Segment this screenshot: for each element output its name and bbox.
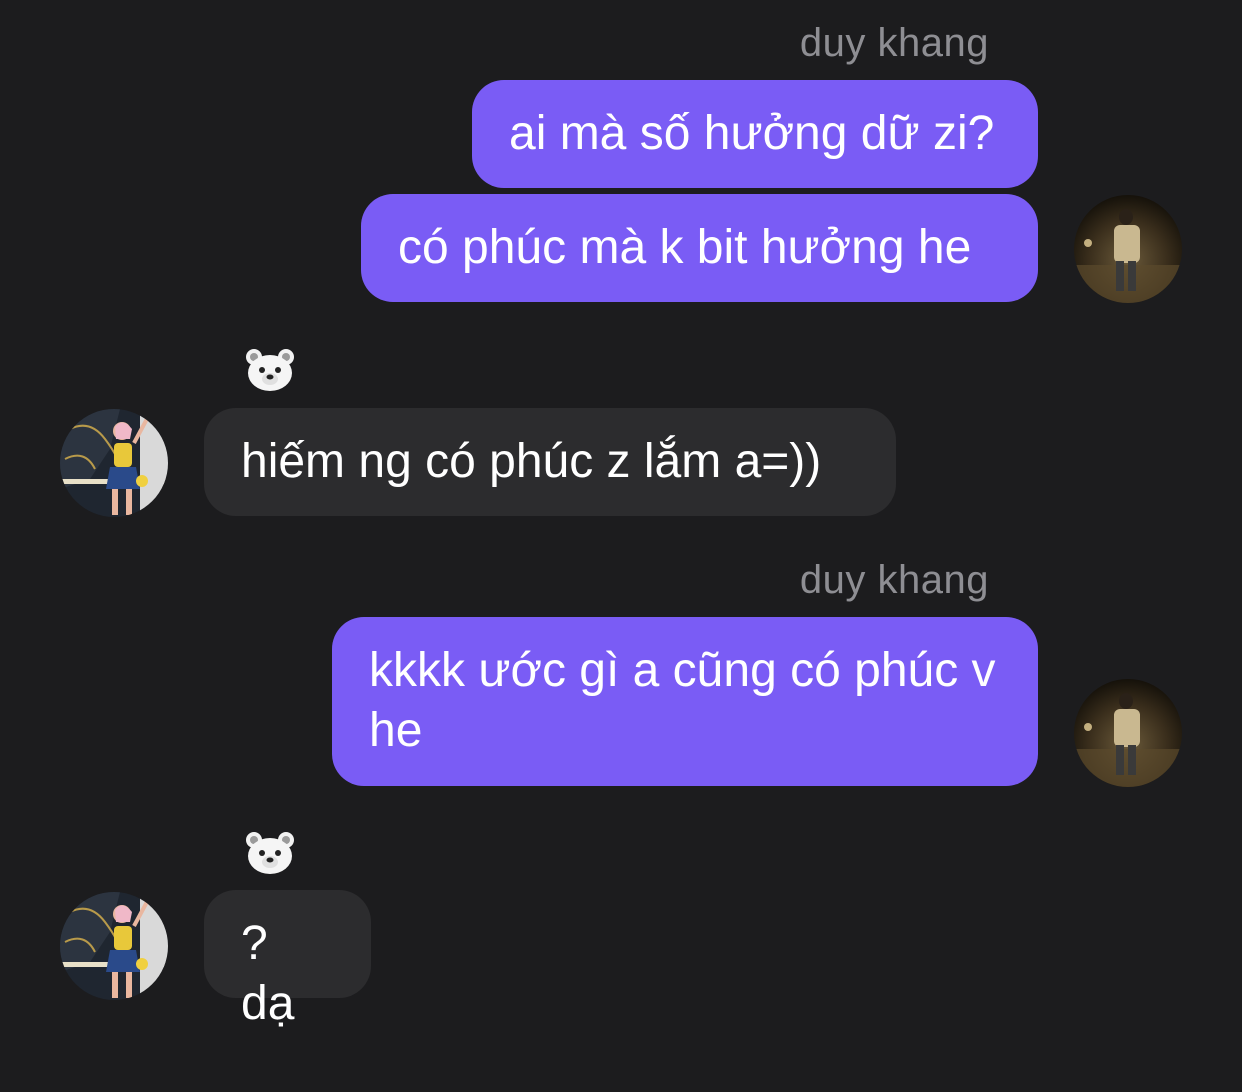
message-bubble-outgoing[interactable]: ai mà số hưởng dữ zi?: [472, 80, 1038, 188]
polar-bear-emoji-icon: [246, 349, 294, 391]
chat-thread: duy khang ai mà số hưởng dữ zi? có phúc …: [0, 0, 1242, 1092]
polar-bear-emoji-icon: [246, 832, 294, 874]
message-bubble-outgoing[interactable]: kkkk ước gì a cũng có phúc v he: [332, 617, 1038, 786]
incoming-user-avatar[interactable]: [60, 409, 168, 517]
outgoing-user-avatar[interactable]: [1074, 195, 1182, 303]
sender-name-label: duy khang: [799, 558, 989, 602]
message-bubble-incoming[interactable]: hiếm ng có phúc z lắm a=)): [204, 408, 896, 516]
incoming-user-avatar[interactable]: [60, 892, 168, 1000]
outgoing-user-avatar[interactable]: [1074, 679, 1182, 787]
message-bubble-outgoing[interactable]: có phúc mà k bit hưởng he: [361, 194, 1038, 302]
message-bubble-incoming[interactable]: ? dạ: [204, 890, 371, 1030]
sender-name-label: duy khang: [799, 21, 989, 65]
